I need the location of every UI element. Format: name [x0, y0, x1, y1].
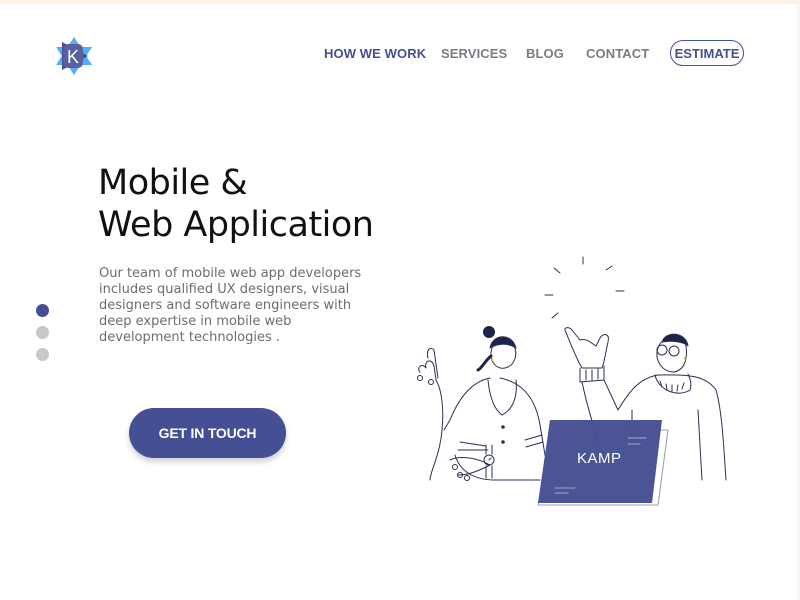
slider-dot-3[interactable] [36, 348, 49, 361]
slider-dot-1[interactable] [36, 304, 49, 317]
estimate-button[interactable]: ESTIMATE [670, 40, 744, 66]
description-line: deep expertise in mobile web [99, 314, 292, 329]
hero-title: Mobile & Web Application [98, 162, 374, 246]
nav-blog[interactable]: BLOG [526, 46, 564, 61]
nav-services[interactable]: SERVICES [441, 46, 507, 61]
sparkle-lines [544, 256, 625, 319]
hero-description: Our team of mobile web app developers in… [99, 266, 369, 346]
woman-figure [417, 326, 546, 481]
main-nav: HOW WE WORK SERVICES BLOG CONTACT ESTIMA… [0, 40, 800, 66]
description-line: designers and software engineers with [99, 298, 352, 313]
description-line: includes qualified UX designers, visual [99, 282, 350, 297]
top-accent-strip [0, 0, 800, 4]
description-line: development technologies . [99, 330, 281, 345]
team-illustration [417, 256, 727, 506]
nav-contact[interactable]: CONTACT [586, 46, 649, 61]
hero-title-line: Mobile & [98, 163, 248, 203]
slider-dot-2[interactable] [36, 326, 49, 339]
slider-dots [36, 304, 49, 370]
get-in-touch-button[interactable]: GET IN TOUCH [129, 408, 286, 458]
nav-how-we-work[interactable]: HOW WE WORK [324, 46, 426, 61]
laptop-brand-label: KAMP [577, 450, 622, 467]
hero-title-line: Web Application [98, 205, 374, 245]
description-line: Our team of mobile web app developers [99, 266, 362, 281]
